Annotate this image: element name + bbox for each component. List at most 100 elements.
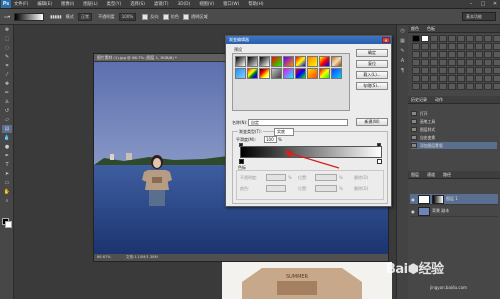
eyedropper-tool-icon[interactable]: ⁄	[2, 71, 12, 79]
preset-swatch[interactable]	[235, 56, 246, 67]
menu-filter[interactable]: 滤镜(T)	[154, 1, 169, 7]
preset-swatch[interactable]	[235, 68, 246, 79]
history-item[interactable]: 图层样式	[411, 126, 497, 133]
opacity-field[interactable]: 100%	[118, 12, 137, 21]
preset-swatch[interactable]	[319, 56, 330, 67]
new-button[interactable]: 新建(W)	[356, 118, 388, 126]
reverse-checkbox[interactable]	[142, 13, 149, 20]
brush-panel-icon[interactable]: ✎	[398, 47, 407, 55]
dither-checkbox[interactable]	[162, 13, 169, 20]
stop-color-swatch[interactable]	[266, 185, 286, 192]
preset-swatch[interactable]	[331, 56, 342, 67]
menu-file[interactable]: 文件(F)	[14, 1, 28, 7]
history-item[interactable]: 画笔工具	[411, 118, 497, 125]
stop-color-position-field[interactable]	[315, 185, 337, 192]
stop-opacity-field[interactable]	[266, 174, 286, 181]
path-select-tool-icon[interactable]: ➤	[2, 170, 12, 178]
preset-swatch[interactable]	[259, 56, 270, 67]
tab-color[interactable]: 颜色	[411, 25, 419, 32]
preset-swatch[interactable]	[307, 56, 318, 67]
gradient-tool-icon[interactable]: ▭▾	[4, 14, 10, 19]
minimize-button[interactable]: –	[466, 0, 476, 8]
character-panel-icon[interactable]: A	[398, 57, 407, 65]
close-icon[interactable]: ✕	[382, 37, 390, 43]
paragraph-panel-icon[interactable]: ¶	[398, 67, 407, 75]
history-item[interactable]: 自由变换	[411, 134, 497, 141]
name-field[interactable]: 自定	[248, 119, 348, 126]
shape-tool-icon[interactable]: ▭	[2, 179, 12, 187]
menu-select[interactable]: 选择(S)	[130, 1, 145, 7]
brush-tool-icon[interactable]: ✏	[2, 89, 12, 97]
menu-type[interactable]: 类型(Y)	[107, 1, 122, 7]
menu-help[interactable]: 帮助(H)	[248, 1, 263, 7]
mode-select[interactable]: 正常	[77, 12, 92, 21]
history-brush-tool-icon[interactable]: ↺	[2, 107, 12, 115]
tab-paths[interactable]: 路径	[443, 171, 451, 178]
menu-edit[interactable]: 编辑(E)	[37, 1, 52, 7]
zoom-level[interactable]: 66.67%	[97, 255, 111, 259]
menu-view[interactable]: 视图(V)	[199, 1, 214, 7]
delete-opacity-stop-button[interactable]: 删除(D)	[354, 175, 368, 181]
tab-layers[interactable]: 图层	[411, 171, 419, 178]
layer-row[interactable]: ● 背景 副本	[410, 206, 498, 217]
blur-tool-icon[interactable]: 💧	[2, 134, 12, 142]
gradient-tool-button-icon[interactable]: ▤	[2, 125, 12, 133]
menu-window[interactable]: 窗口(W)	[223, 1, 239, 7]
zoom-tool-icon[interactable]: ⌕	[2, 197, 12, 205]
linear-gradient-icon[interactable]: ▮▮▮▮▮	[50, 14, 62, 19]
visibility-eye-icon[interactable]: ●	[410, 209, 416, 214]
preset-swatch[interactable]	[295, 68, 306, 79]
save-button[interactable]: 存储(S)...	[356, 82, 388, 90]
properties-panel-icon[interactable]: ▦	[398, 37, 407, 45]
color-stop-left[interactable]	[239, 159, 244, 164]
gradient-type-select[interactable]: 实底	[274, 128, 294, 136]
hand-tool-icon[interactable]: ✋	[2, 188, 12, 196]
eraser-tool-icon[interactable]: ▱	[2, 116, 12, 124]
tab-channels[interactable]: 通道	[427, 171, 435, 178]
color-stop-right[interactable]	[377, 159, 382, 164]
quick-select-tool-icon[interactable]: ✎	[2, 53, 12, 61]
preset-swatch[interactable]	[259, 68, 270, 79]
preset-swatch[interactable]	[247, 56, 258, 67]
history-panel-icon[interactable]: ◷	[398, 27, 407, 35]
preset-swatch[interactable]	[307, 68, 318, 79]
delete-color-stop-button[interactable]: 删除(D)	[354, 186, 368, 192]
preset-swatch[interactable]	[247, 68, 258, 79]
workspace-select[interactable]: 基本功能	[462, 12, 496, 21]
tab-swatches[interactable]: 色板	[427, 25, 435, 32]
preset-swatch[interactable]	[271, 68, 282, 79]
tab-actions[interactable]: 动作	[435, 96, 443, 103]
crop-tool-icon[interactable]: ⌗	[2, 62, 12, 70]
pen-tool-icon[interactable]: ✒	[2, 152, 12, 160]
history-item[interactable]: 添加图层蒙版	[411, 142, 497, 149]
preset-swatch[interactable]	[271, 56, 282, 67]
preset-swatch[interactable]	[283, 68, 294, 79]
smoothness-field[interactable]: 100	[264, 136, 277, 143]
dodge-tool-icon[interactable]: ●	[2, 143, 12, 151]
move-tool-icon[interactable]: ✥	[2, 26, 12, 34]
reset-button[interactable]: 复位	[356, 60, 388, 68]
healing-tool-icon[interactable]: ✚	[2, 80, 12, 88]
preset-swatch[interactable]	[283, 56, 294, 67]
layer-row[interactable]: ● 图层 1	[410, 194, 498, 205]
background-color-swatch[interactable]	[5, 221, 12, 228]
history-item[interactable]: 打开	[411, 110, 497, 117]
stamp-tool-icon[interactable]: ♙	[2, 98, 12, 106]
menu-image[interactable]: 图像(I)	[61, 1, 74, 7]
ok-button[interactable]: 确定	[356, 49, 388, 57]
load-button[interactable]: 载入(L)...	[356, 71, 388, 79]
preset-swatch[interactable]	[319, 68, 330, 79]
dialog-title[interactable]: 渐变编辑器	[226, 36, 391, 44]
marquee-tool-icon[interactable]: ⬚	[2, 35, 12, 43]
preset-swatch[interactable]	[295, 56, 306, 67]
lasso-tool-icon[interactable]: ◌	[2, 44, 12, 52]
menu-3d[interactable]: 3D(D)	[178, 2, 191, 7]
type-tool-icon[interactable]: T	[2, 161, 12, 169]
close-window-button[interactable]: ✕	[490, 0, 500, 8]
preset-swatch[interactable]	[331, 68, 342, 79]
tab-history[interactable]: 历史记录	[411, 96, 427, 103]
maximize-button[interactable]: □	[478, 0, 488, 8]
menu-layer[interactable]: 图层(L)	[83, 1, 97, 7]
visibility-eye-icon[interactable]: ●	[410, 197, 416, 202]
stop-opacity-position-field[interactable]	[315, 174, 337, 181]
